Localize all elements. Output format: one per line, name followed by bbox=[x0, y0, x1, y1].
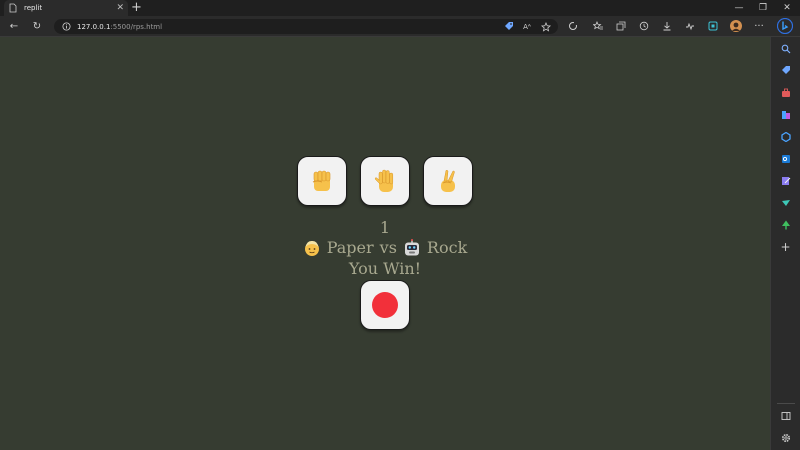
sidebar-send-icon[interactable] bbox=[779, 196, 792, 209]
sidebar-divider bbox=[777, 403, 795, 404]
edge-sidebar: + bbox=[770, 37, 800, 450]
sidebar-add-icon[interactable]: + bbox=[779, 240, 792, 254]
victory-hand-icon bbox=[441, 169, 455, 192]
computer-choice: Rock bbox=[426, 238, 468, 257]
read-aloud-icon[interactable]: Aᴬ bbox=[522, 22, 532, 32]
page-icon bbox=[9, 3, 17, 13]
sidebar-settings-icon[interactable] bbox=[779, 431, 792, 444]
restore-button[interactable]: ❐ bbox=[752, 0, 774, 16]
player-avatar-icon bbox=[303, 239, 321, 257]
sidebar-edit-icon[interactable] bbox=[779, 174, 792, 187]
address-bar[interactable]: 127.0.0.1 :5500/rps.html Aᴬ bbox=[54, 19, 558, 34]
url-path: :5500/rps.html bbox=[110, 22, 163, 31]
tab-title: replit bbox=[24, 4, 43, 12]
sidebar-games-icon[interactable] bbox=[779, 108, 792, 121]
back-button[interactable]: ← bbox=[7, 19, 21, 33]
sidebar-copilot-icon[interactable] bbox=[779, 130, 792, 143]
matchup-line: Paper vs Rock bbox=[0, 238, 770, 257]
sidebar-tree-icon[interactable] bbox=[779, 218, 792, 231]
sidebar-search-icon[interactable] bbox=[779, 42, 792, 55]
scissors-button[interactable] bbox=[423, 156, 473, 206]
sidebar-tools-icon[interactable] bbox=[779, 86, 792, 99]
url-host: 127.0.0.1 bbox=[77, 22, 111, 31]
new-tab-button[interactable]: + bbox=[131, 1, 142, 14]
raised-fist-icon bbox=[312, 170, 331, 191]
result-text: You Win! bbox=[348, 259, 422, 278]
favorite-star-icon[interactable] bbox=[541, 22, 551, 32]
vs-label: vs bbox=[379, 238, 397, 257]
robot-avatar-icon bbox=[403, 238, 421, 257]
profile-avatar[interactable] bbox=[729, 19, 743, 33]
rock-button[interactable] bbox=[297, 156, 347, 206]
screenshot-icon[interactable] bbox=[706, 19, 720, 33]
more-options-button[interactable]: ··· bbox=[752, 19, 766, 33]
site-info-icon[interactable] bbox=[62, 22, 71, 31]
score: 1 bbox=[379, 218, 391, 237]
minimize-button[interactable]: — bbox=[728, 0, 750, 16]
browser-tab[interactable]: replit ✕ bbox=[4, 0, 128, 16]
sidebar-outlook-icon[interactable] bbox=[779, 152, 792, 165]
collections-icon[interactable] bbox=[614, 19, 628, 33]
coupon-tag-icon[interactable] bbox=[504, 22, 514, 32]
sidebar-split-screen-icon[interactable] bbox=[779, 409, 792, 422]
tab-close-icon[interactable]: ✕ bbox=[116, 3, 124, 13]
raised-hand-icon bbox=[374, 169, 394, 192]
history-icon[interactable] bbox=[637, 19, 651, 33]
extensions-icon[interactable] bbox=[566, 19, 580, 33]
page-content: 1 Paper vs Rock You Win! bbox=[0, 37, 770, 450]
browser-toolbar: ← ↻ 127.0.0.1 :5500/rps.html Aᴬ ··· bbox=[0, 16, 800, 37]
close-window-button[interactable]: ✕ bbox=[776, 0, 798, 16]
performance-icon[interactable] bbox=[683, 19, 697, 33]
refresh-button[interactable]: ↻ bbox=[30, 19, 44, 33]
downloads-icon[interactable] bbox=[660, 19, 674, 33]
title-bar: replit ✕ + — ❐ ✕ bbox=[0, 0, 800, 16]
favorites-icon[interactable] bbox=[591, 19, 605, 33]
bing-copilot-icon[interactable] bbox=[777, 18, 793, 34]
paper-button[interactable] bbox=[360, 156, 410, 206]
player-choice: Paper bbox=[326, 238, 374, 257]
auto-play-button[interactable] bbox=[360, 280, 410, 330]
sidebar-tag-icon[interactable] bbox=[779, 64, 792, 77]
record-dot-icon bbox=[372, 292, 398, 318]
